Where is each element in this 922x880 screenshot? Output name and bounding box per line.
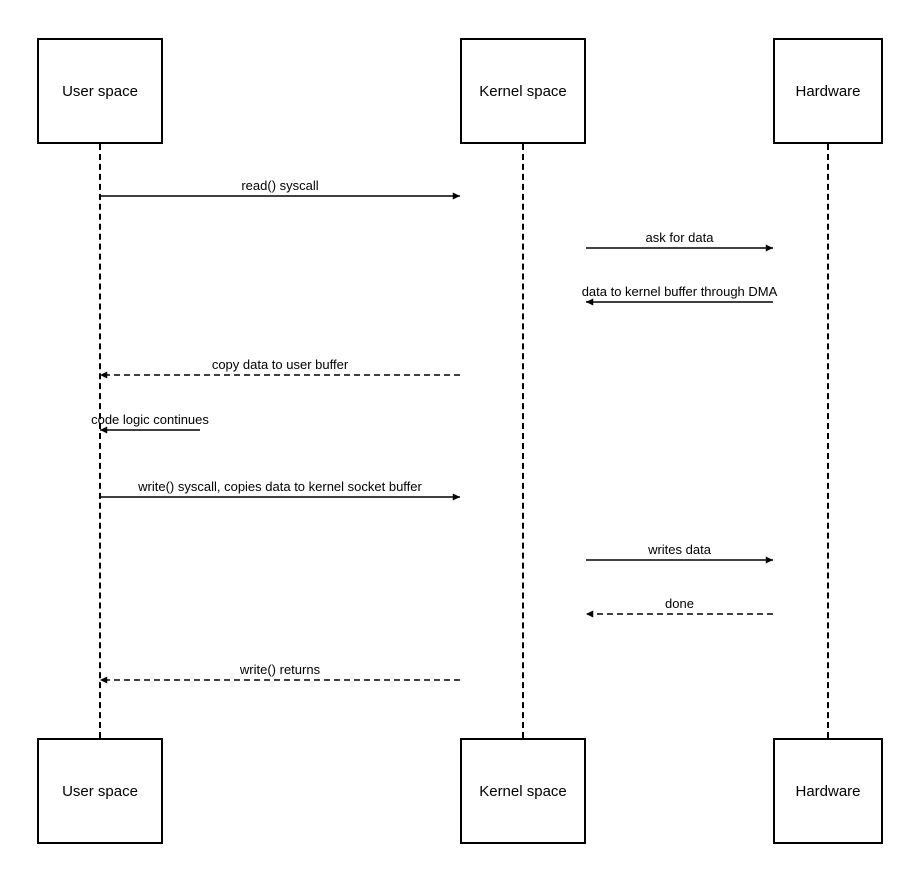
arrow-head-read-syscall	[453, 193, 460, 200]
arrow-head-ask-for-data	[766, 245, 773, 252]
lifeline-kernel-lifeline	[522, 144, 524, 738]
lifeline-user-lifeline	[99, 144, 101, 738]
lifeline-hardware-lifeline	[827, 144, 829, 738]
actor-kernel-top: Kernel space	[460, 38, 586, 144]
diagram-container: read() syscall ask for data data to kernel…	[0, 0, 922, 880]
arrow-label-writes-data: writes data	[647, 542, 712, 557]
actor-user-top: User space	[37, 38, 163, 144]
arrow-head-writes-data	[766, 557, 773, 564]
arrow-head-write-returns	[100, 677, 107, 684]
actor-user-bottom: User space	[37, 738, 163, 844]
arrow-label-write-returns: write() returns	[239, 662, 321, 677]
arrow-label-done: done	[665, 596, 694, 611]
arrow-label-code-logic: code logic continues	[91, 412, 209, 427]
arrow-label-write-syscall: write() syscall, copies data to kernel s…	[137, 479, 422, 494]
arrow-head-data-to-kernel	[586, 299, 593, 306]
arrow-head-write-syscall	[453, 494, 460, 501]
arrow-head-code-logic	[100, 427, 107, 434]
arrow-label-ask-for-data: ask for data	[646, 230, 715, 245]
arrow-label-data-to-kernel: data to kernel buffer through DMA	[582, 284, 778, 299]
arrow-head-copy-data	[100, 372, 107, 379]
arrow-head-done	[586, 611, 593, 618]
actor-hardware-bottom: Hardware	[773, 738, 883, 844]
actor-kernel-bottom: Kernel space	[460, 738, 586, 844]
actor-hardware-top: Hardware	[773, 38, 883, 144]
arrow-label-read-syscall: read() syscall	[241, 178, 318, 193]
arrow-label-copy-data: copy data to user buffer	[212, 357, 349, 372]
